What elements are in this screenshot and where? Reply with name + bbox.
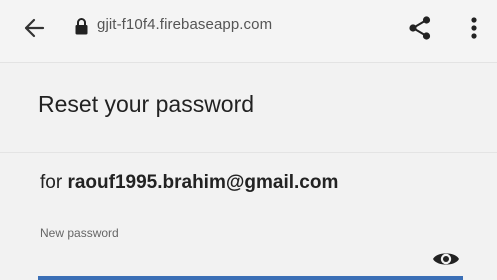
page-title: Reset your password [38, 91, 255, 117]
new-password-input[interactable] [40, 242, 420, 270]
password-field-underline [38, 276, 463, 280]
arrow-left-icon [24, 18, 45, 38]
share-icon [409, 16, 431, 40]
new-password-label: New password [40, 226, 119, 240]
for-prefix: for [40, 172, 68, 193]
title-divider [0, 152, 497, 153]
browser-toolbar: gjit-f10f4.firebaseapp.com [0, 0, 497, 62]
more-vertical-icon [471, 17, 477, 39]
show-password-toggle[interactable] [431, 246, 461, 272]
more-options-button[interactable] [458, 12, 490, 44]
account-line: for raouf1995.brahim@gmail.com [40, 172, 338, 194]
eye-icon [433, 253, 459, 265]
address-bar-url[interactable]: gjit-f10f4.firebaseapp.com [97, 16, 272, 33]
lock-icon [75, 18, 88, 35]
toolbar-divider [0, 62, 497, 63]
account-email: raouf1995.brahim@gmail.com [67, 172, 339, 193]
back-button[interactable] [20, 14, 48, 42]
share-button[interactable] [404, 12, 436, 44]
